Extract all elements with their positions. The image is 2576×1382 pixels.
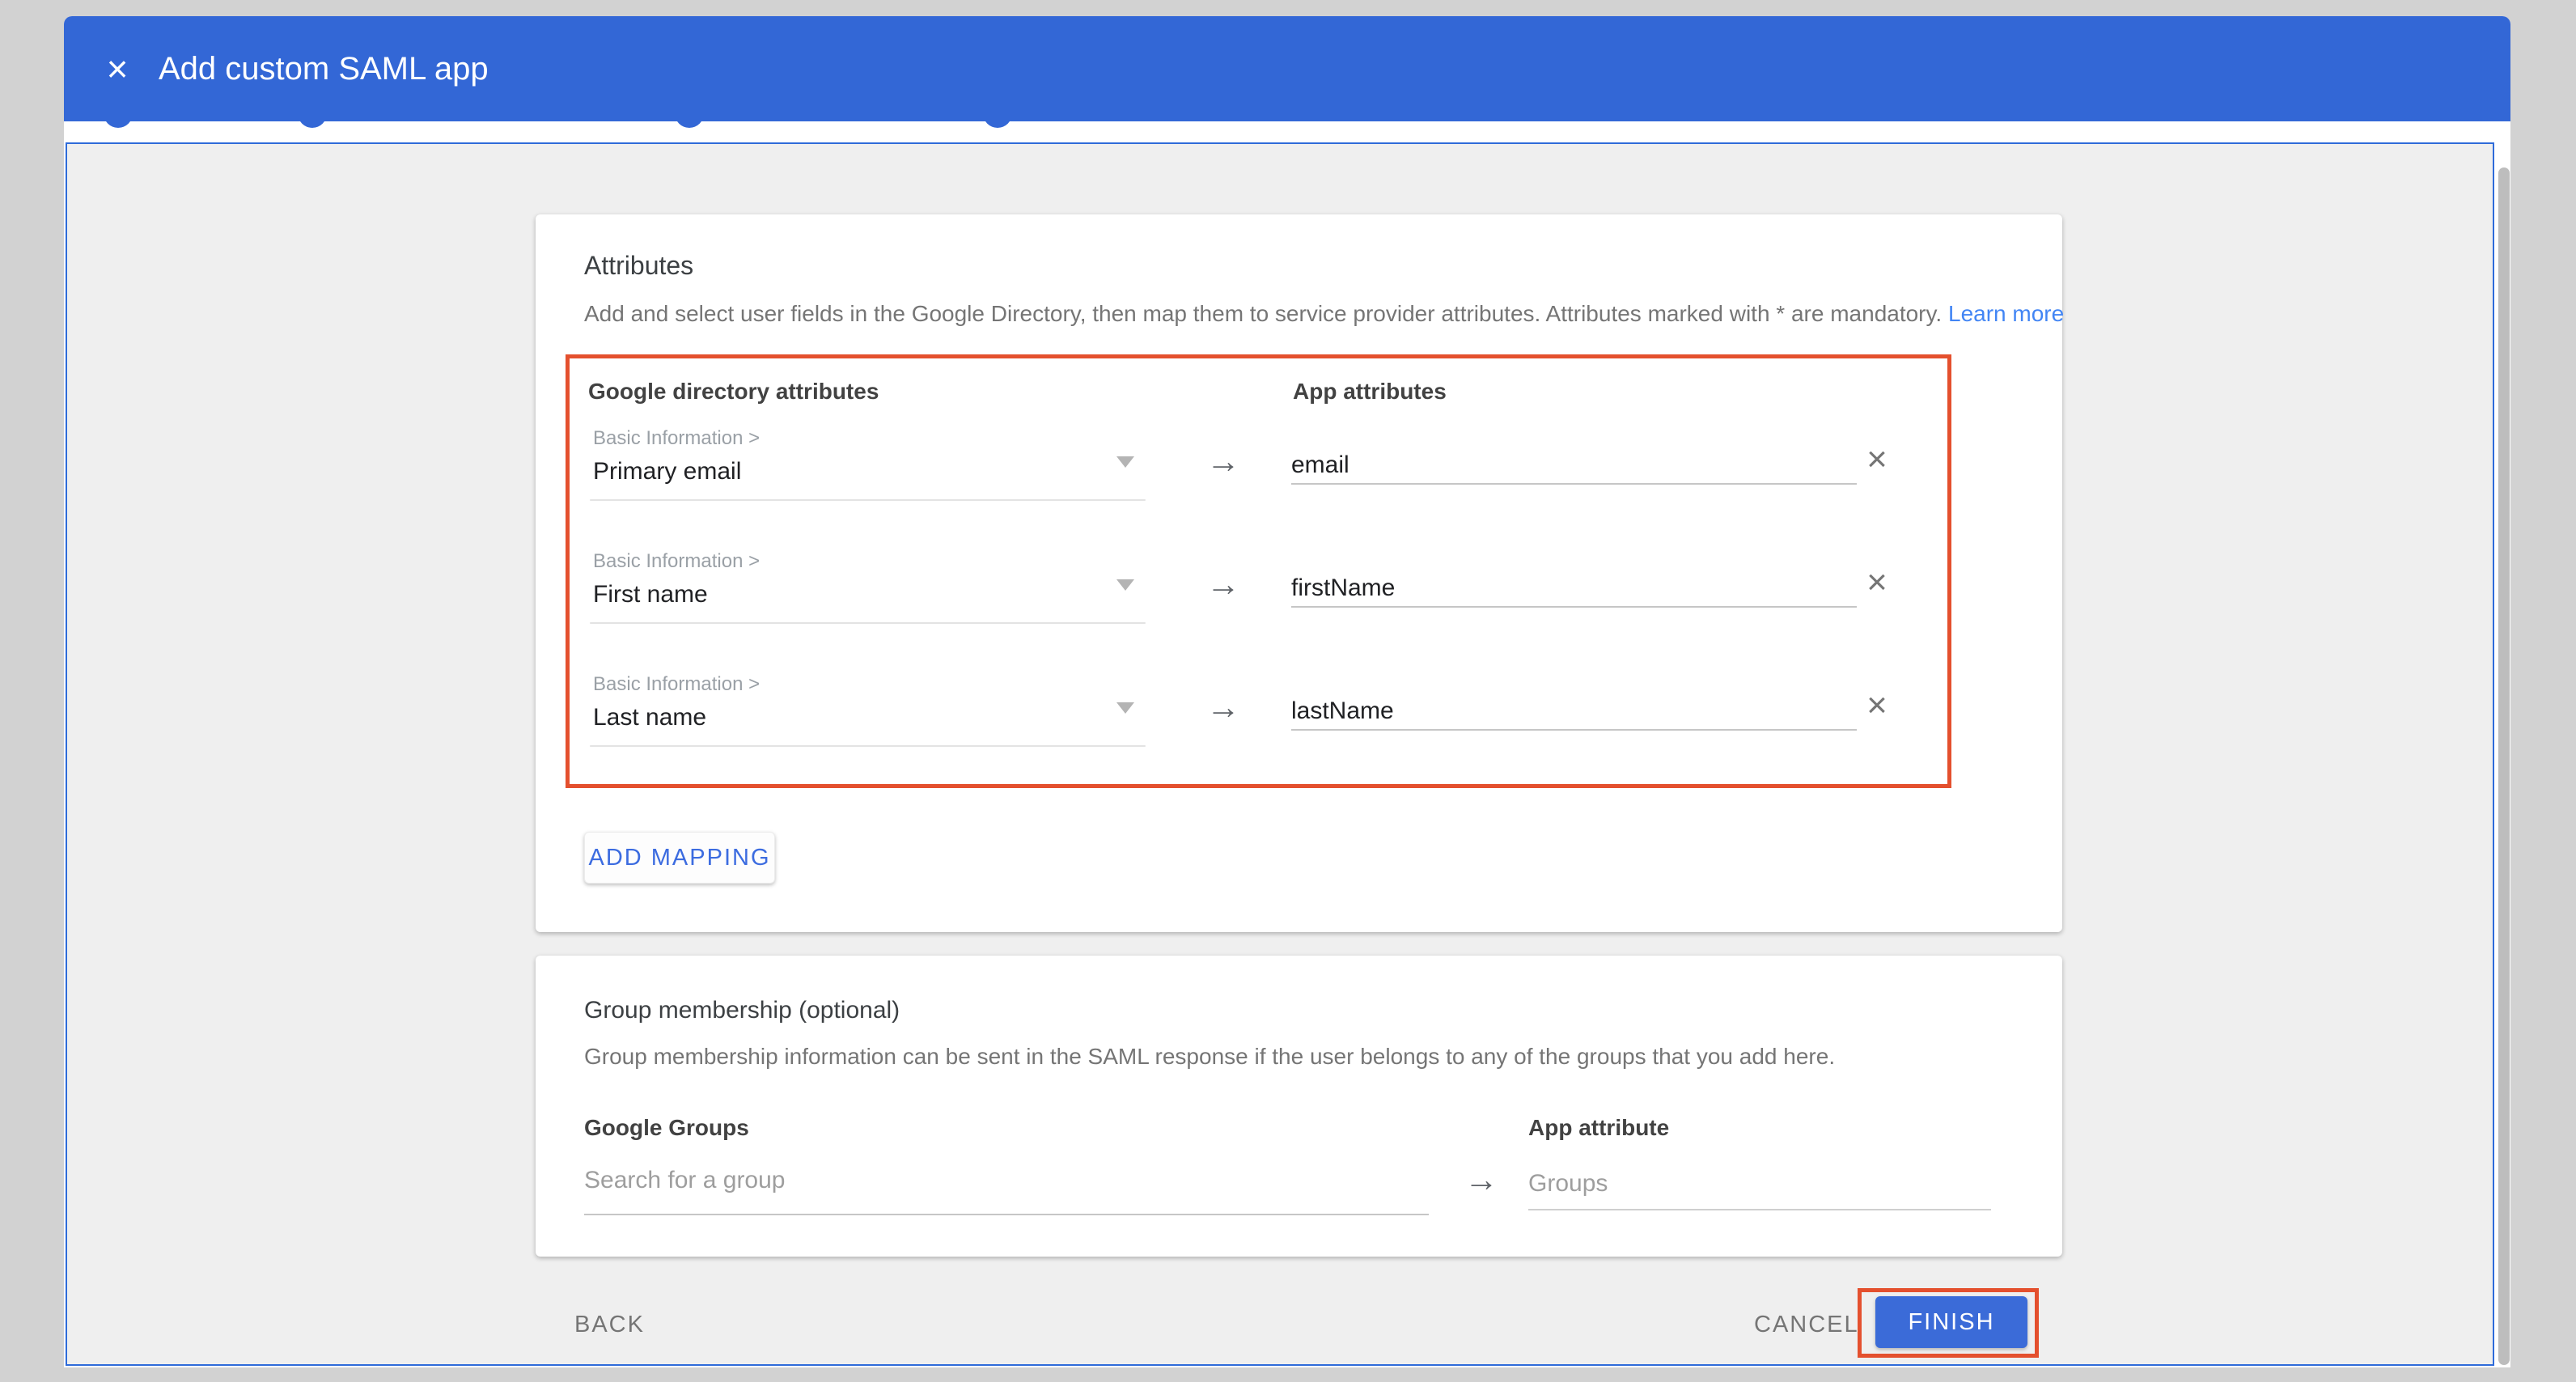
group-search-underline [584, 1214, 1429, 1215]
attributes-card-description: Add and select user fields in the Google… [584, 301, 2064, 327]
groups-attribute-underline [1528, 1209, 1991, 1210]
arrow-right-icon: → [1197, 567, 1249, 601]
app-attribute-input[interactable] [1291, 694, 1857, 728]
directory-attribute-select[interactable] [584, 568, 1146, 625]
screen: × Add custom SAML app Attributes Add and… [0, 0, 2576, 1382]
arrow-right-icon: → [1464, 1163, 1498, 1197]
directory-attribute-select[interactable] [584, 691, 1146, 748]
directory-attribute-select[interactable] [584, 445, 1146, 502]
remove-mapping-icon[interactable]: × [1859, 442, 1895, 477]
group-membership-title: Group membership (optional) [584, 997, 900, 1024]
input-underline [1291, 729, 1857, 731]
cancel-button[interactable]: CANCEL [1754, 1312, 1859, 1338]
dialog-header: × Add custom SAML app [64, 16, 2510, 121]
attributes-card-title: Attributes [584, 251, 693, 281]
mapping-row-last-name: Basic Information > Last name → × [584, 667, 1926, 788]
groups-attribute-input[interactable] [1528, 1167, 1991, 1201]
group-membership-description: Group membership information can be sent… [584, 1044, 1835, 1070]
add-mapping-button[interactable]: ADD MAPPING [584, 832, 775, 884]
input-underline [1291, 483, 1857, 485]
scrollbar-thumb[interactable] [2498, 167, 2510, 1365]
remove-mapping-icon[interactable]: × [1859, 688, 1895, 723]
app-attribute-input[interactable] [1291, 571, 1857, 605]
app-attribute-input[interactable] [1291, 448, 1857, 482]
app-attributes-header: App attributes [1293, 379, 1447, 405]
back-button[interactable]: BACK [574, 1312, 645, 1338]
remove-mapping-icon[interactable]: × [1859, 565, 1895, 600]
learn-more-link[interactable]: Learn more [1948, 301, 2064, 326]
dialog-title: Add custom SAML app [159, 16, 489, 121]
mapping-row-first-name: Basic Information > First name → × [584, 544, 1926, 665]
input-underline [1291, 606, 1857, 608]
arrow-right-icon: → [1197, 444, 1249, 478]
arrow-right-icon: → [1197, 690, 1249, 724]
finish-button[interactable]: FINISH [1875, 1296, 2027, 1348]
google-groups-label: Google Groups [584, 1115, 749, 1141]
app-attribute-label: App attribute [1528, 1115, 1669, 1141]
group-search-input[interactable] [584, 1164, 1429, 1198]
attributes-description-text: Add and select user fields in the Google… [584, 301, 1942, 326]
mapping-row-primary-email: Basic Information > Primary email → × [584, 421, 1926, 542]
google-directory-attributes-header: Google directory attributes [588, 379, 879, 405]
close-icon[interactable]: × [93, 33, 142, 104]
